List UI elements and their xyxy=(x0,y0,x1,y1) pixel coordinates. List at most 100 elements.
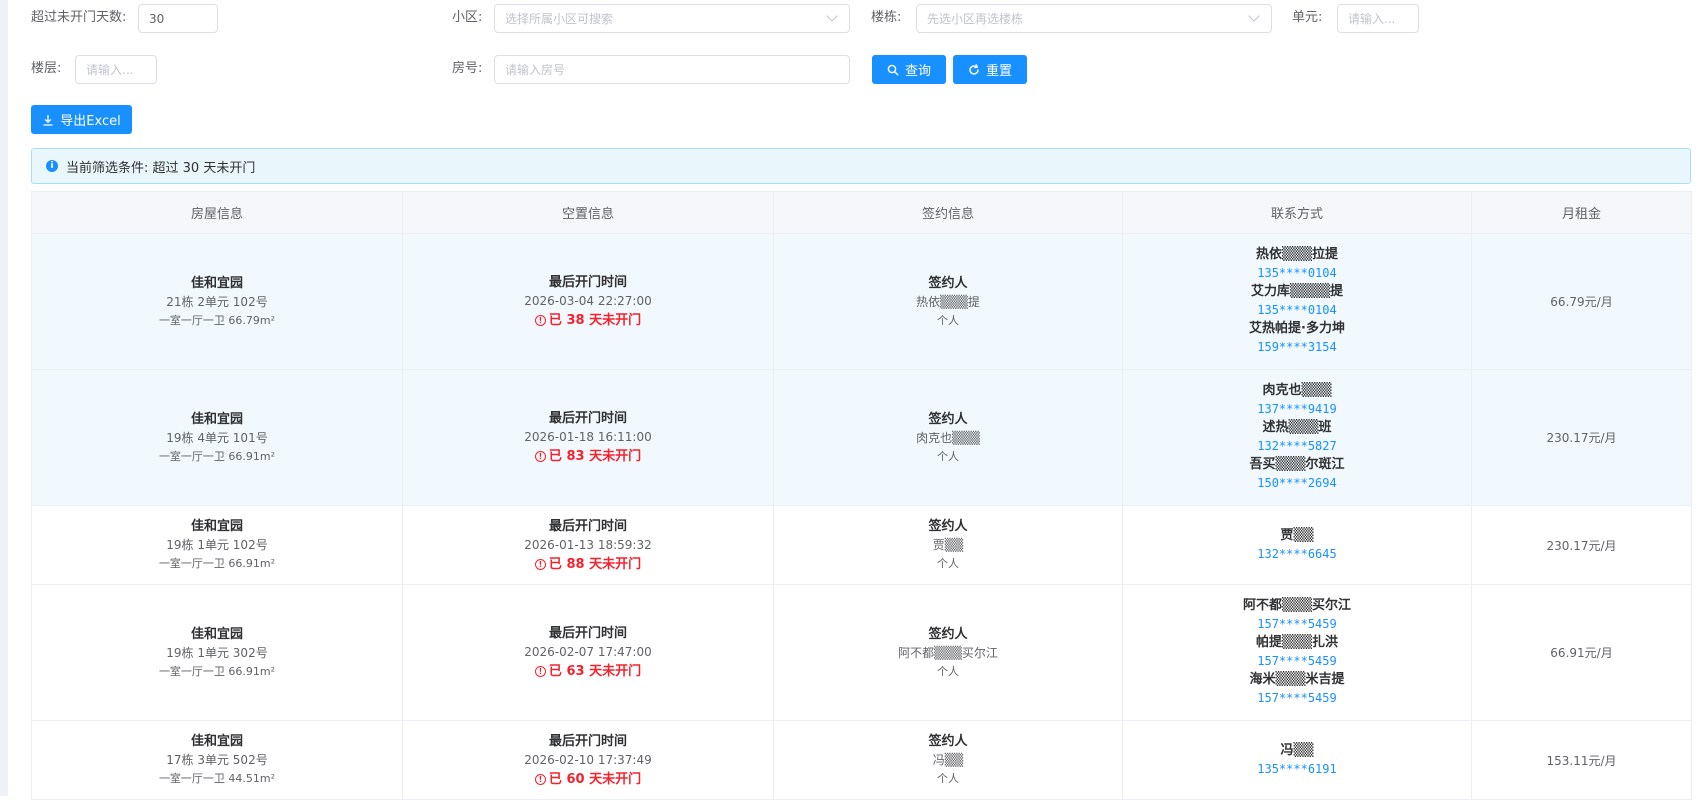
header-contact: 联系方式 xyxy=(1122,191,1472,234)
house-info-cell: 佳和宜园 19栋 1单元 302号 一室一厅一卫 66.91m² xyxy=(31,584,403,721)
rent-cell: 153.11元/月 xyxy=(1471,720,1692,800)
contact-name: 艾热帕提·多力坤 xyxy=(1249,321,1345,336)
vacancy-title: 最后开门时间 xyxy=(548,275,627,290)
signer-name: 阿不都▒▒▒买尔江 xyxy=(898,645,998,660)
sign-title: 签约人 xyxy=(928,626,968,642)
info-icon: i xyxy=(46,160,58,172)
contact-phone: 132****6645 xyxy=(1257,546,1337,561)
community-name: 佳和宜园 xyxy=(190,626,243,642)
signer-type: 个人 xyxy=(937,664,959,678)
contact-name: 冯▒▒ xyxy=(1280,742,1314,758)
vacancy-title: 最后开门时间 xyxy=(548,411,627,426)
contact-cell: 肉克也▒▒▒ 137****9419 述热▒▒▒班 132****5827 吾买… xyxy=(1122,369,1472,506)
community-name: 佳和宜园 xyxy=(190,275,243,291)
contact-name: 贾▒▒ xyxy=(1280,527,1314,543)
sign-title: 签约人 xyxy=(928,411,968,427)
signer-name: 冯▒▒ xyxy=(932,753,964,767)
contact-phone: 135****0104 xyxy=(1257,303,1337,317)
contact-name: 肉克也▒▒▒ xyxy=(1262,383,1332,398)
header-rent: 月租金 xyxy=(1471,191,1692,234)
sign-info-cell: 签约人 肉克也▒▒▒ 个人 xyxy=(773,369,1123,506)
vacancy-info-cell: 最后开门时间 2026-02-07 17:47:00 ! 已 63 天未开门 xyxy=(402,584,774,721)
signer-type: 个人 xyxy=(937,557,959,570)
contact-phone: 157****5459 xyxy=(1257,654,1337,668)
rent-cell: 66.79元/月 xyxy=(1471,233,1692,370)
room-label: 房号: xyxy=(452,61,483,76)
contact-phone: 135****0104 xyxy=(1257,266,1337,280)
left-sidebar-edge xyxy=(0,0,8,796)
signer-name: 贾▒▒ xyxy=(932,538,964,552)
vacant-days-warning: ! 已 60 天未开门 xyxy=(534,770,641,789)
room-spec: 一室一厅一卫 66.91m² xyxy=(158,557,276,570)
export-excel-button[interactable]: 导出Excel xyxy=(31,105,132,134)
contact-phone: 135****6191 xyxy=(1257,761,1337,776)
unit-input[interactable] xyxy=(1337,4,1419,33)
signer-type: 个人 xyxy=(937,449,959,463)
contact-name: 吾买▒▒▒尔斑江 xyxy=(1249,457,1345,472)
contact-phone: 132****5827 xyxy=(1257,439,1337,453)
sign-title: 签约人 xyxy=(928,734,968,749)
building-label: 楼栋: xyxy=(871,10,902,25)
sign-info-cell: 签约人 冯▒▒ 个人 xyxy=(773,720,1123,800)
community-name: 佳和宜园 xyxy=(190,519,243,534)
vacancy-title: 最后开门时间 xyxy=(548,518,627,534)
vacancy-info-cell: 最后开门时间 2026-01-18 16:11:00 ! 已 83 天未开门 xyxy=(402,369,774,506)
download-icon xyxy=(43,114,53,126)
building-select[interactable] xyxy=(916,4,1272,33)
vacancy-info-cell: 最后开门时间 2026-03-04 22:27:00 ! 已 38 天未开门 xyxy=(402,233,774,370)
table-row[interactable]: 佳和宜园 19栋 1单元 102号 一室一厅一卫 66.91m² 最后开门时间 … xyxy=(31,505,1692,585)
table-row[interactable]: 佳和宜园 19栋 4单元 101号 一室一厅一卫 66.91m² 最后开门时间 … xyxy=(31,369,1692,506)
table-row[interactable]: 佳和宜园 19栋 1单元 302号 一室一厅一卫 66.91m² 最后开门时间 … xyxy=(31,584,1692,721)
contact-cell: 阿不都▒▒▒买尔江 157****5459 帕提▒▒▒扎洪 157****545… xyxy=(1122,584,1472,721)
community-name: 佳和宜园 xyxy=(190,734,243,749)
room-address: 19栋 4单元 101号 xyxy=(166,430,268,445)
room-input[interactable] xyxy=(494,55,850,84)
rent-cell: 230.17元/月 xyxy=(1471,505,1692,585)
vacant-days-warning: ! 已 63 天未开门 xyxy=(534,662,641,681)
exclamation-circle-icon: ! xyxy=(534,451,546,462)
room-spec: 一室一厅一卫 66.91m² xyxy=(158,664,276,678)
reset-button[interactable]: 重置 xyxy=(953,55,1027,84)
sign-info-cell: 签约人 贾▒▒ 个人 xyxy=(773,505,1123,585)
contact-phone: 157****5459 xyxy=(1257,691,1337,705)
days-input[interactable] xyxy=(138,4,218,33)
contact-name: 述热▒▒▒班 xyxy=(1262,420,1332,435)
table-row[interactable]: 佳和宜园 21栋 2单元 102号 一室一厅一卫 66.79m² 最后开门时间 … xyxy=(31,233,1692,370)
vacancy-info-cell: 最后开门时间 2026-02-10 17:37:49 ! 已 60 天未开门 xyxy=(402,720,774,800)
exclamation-circle-icon: ! xyxy=(534,773,546,785)
table-row[interactable]: 佳和宜园 17栋 3单元 502号 一室一厅一卫 44.51m² 最后开门时间 … xyxy=(31,720,1692,800)
building-select-input[interactable] xyxy=(916,4,1272,33)
vacancy-title: 最后开门时间 xyxy=(548,733,627,749)
contact-phone: 150****2694 xyxy=(1257,476,1337,490)
exclamation-circle-icon: ! xyxy=(534,666,546,677)
sign-info-cell: 签约人 阿不都▒▒▒买尔江 个人 xyxy=(773,584,1123,721)
house-info-cell: 佳和宜园 17栋 3单元 502号 一室一厅一卫 44.51m² xyxy=(31,720,403,800)
house-info-cell: 佳和宜园 21栋 2单元 102号 一室一厅一卫 66.79m² xyxy=(31,233,403,370)
alert-text: 当前筛选条件: 超过 30 天未开门 xyxy=(66,160,256,176)
exclamation-circle-icon: ! xyxy=(534,558,546,570)
room-spec: 一室一厅一卫 44.51m² xyxy=(158,772,276,785)
room-spec: 一室一厅一卫 66.91m² xyxy=(158,449,276,463)
query-button[interactable]: 查询 xyxy=(872,55,946,84)
signer-type: 个人 xyxy=(937,313,959,327)
header-vacancy-info: 空置信息 xyxy=(402,191,774,234)
rent-cell: 230.17元/月 xyxy=(1471,369,1692,506)
floor-label: 楼层: xyxy=(31,61,62,76)
community-select-input[interactable] xyxy=(494,4,850,33)
community-select[interactable] xyxy=(494,4,850,33)
sign-info-cell: 签约人 热依▒▒▒提 个人 xyxy=(773,233,1123,370)
contact-name: 帕提▒▒▒扎洪 xyxy=(1256,635,1338,650)
vacant-days-warning: ! 已 83 天未开门 xyxy=(534,447,641,466)
contact-name: 艾力库▒▒▒▒提 xyxy=(1251,284,1343,299)
vacant-days-warning: ! 已 38 天未开门 xyxy=(534,311,641,330)
floor-input[interactable] xyxy=(75,55,157,84)
contact-cell: 冯▒▒ 135****6191 xyxy=(1122,720,1472,800)
last-open-time: 2026-02-07 17:47:00 xyxy=(524,645,652,659)
contact-phone: 159****3154 xyxy=(1257,340,1337,354)
contact-name: 海米▒▒▒米吉提 xyxy=(1249,672,1345,687)
search-icon xyxy=(887,64,899,76)
export-excel-label: 导出Excel xyxy=(60,114,121,129)
last-open-time: 2026-02-10 17:37:49 xyxy=(524,752,652,767)
contact-phone: 157****5459 xyxy=(1257,617,1337,631)
refresh-icon xyxy=(969,63,979,75)
